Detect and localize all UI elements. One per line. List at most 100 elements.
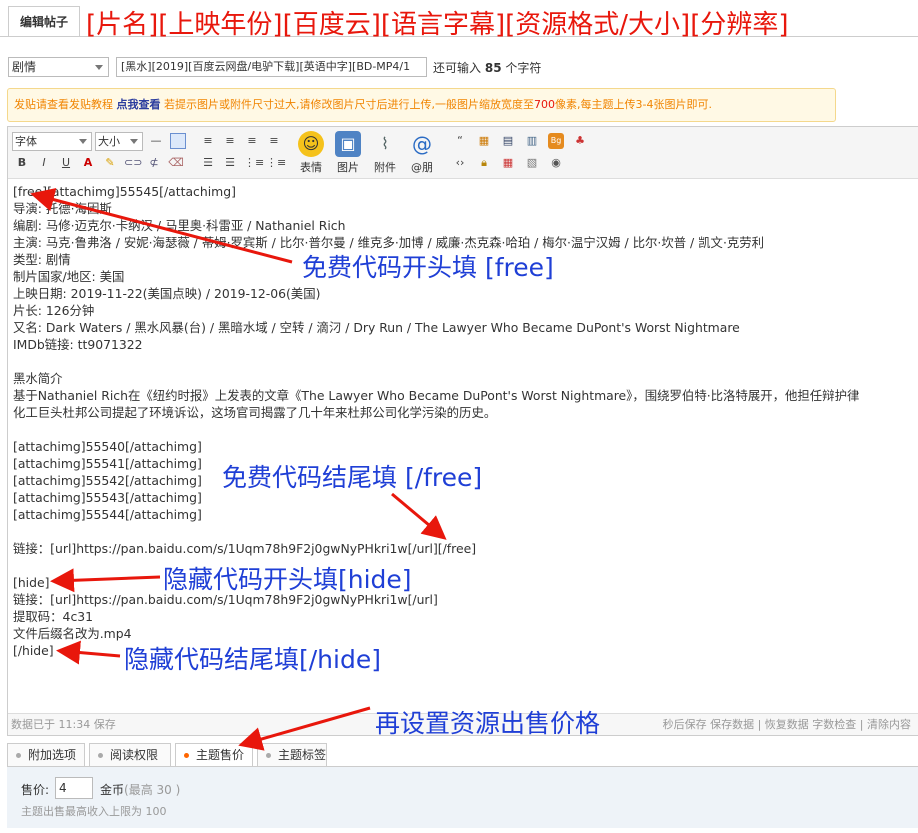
notice-text-3: 像素,每主题上传3-4张图片即可.: [555, 98, 712, 111]
unordered-list-icon[interactable]: ☰: [222, 155, 238, 171]
annotation-free-end: 免费代码结尾填 [/free]: [222, 463, 483, 492]
autosave-status: 数据已于 11:34 保存: [11, 718, 116, 731]
lock-icon[interactable]: 🔒︎: [476, 155, 492, 171]
notice-text-1: 发贴请查看发贴教程: [14, 98, 113, 111]
mention-label: @朋: [411, 161, 433, 174]
align-center-icon[interactable]: ≡: [222, 133, 238, 149]
remaining-count: 85: [484, 61, 502, 75]
price-max: (最高 30 ): [124, 783, 181, 797]
at-icon: @: [412, 132, 432, 156]
content-line: IMDb链接: tt9071322: [13, 337, 143, 352]
remaining-prefix: 还可输入: [433, 61, 482, 75]
italic-icon[interactable]: I: [36, 155, 52, 171]
audio-icon[interactable]: ◉: [548, 155, 564, 171]
tab-read-permission[interactable]: 阅读权限: [89, 743, 171, 767]
content-line: 黑水简介: [13, 371, 63, 386]
chevron-down-icon: [95, 65, 103, 70]
quote-icon[interactable]: “: [452, 133, 468, 149]
content-line: [13, 421, 917, 438]
tutorial-link[interactable]: 点我查看: [117, 98, 161, 111]
qq-icon[interactable]: ♣: [572, 133, 588, 149]
font-color-icon[interactable]: A: [80, 155, 96, 171]
price-panel: 售价: 4 金币(最高 30 ) 主题出售最高收入上限为 100: [7, 766, 918, 828]
content-line: [free][attachimg]55545[/attachimg]: [13, 184, 236, 199]
attachment-button[interactable]: ⌇ 附件: [368, 131, 402, 175]
video-icon[interactable]: ▥: [524, 133, 540, 149]
align-justify-icon[interactable]: ≡: [266, 133, 282, 149]
price-hint: 主题出售最高收入上限为 100: [21, 805, 167, 818]
font-select[interactable]: 字体: [12, 132, 92, 151]
content-line: [attachimg]55544[/attachimg]: [13, 507, 202, 522]
unlink-icon[interactable]: ⊄: [146, 155, 162, 171]
free-block-icon[interactable]: ▦: [500, 155, 516, 171]
edit-post-tab[interactable]: 编辑帖子: [8, 6, 80, 36]
content-line: [attachimg]55540[/attachimg]: [13, 439, 202, 454]
chevron-down-icon: [79, 139, 87, 144]
remaining-chars: 还可输入 85 个字符: [433, 59, 541, 76]
content-line: [13, 557, 917, 574]
bg-color-icon[interactable]: Bg: [548, 133, 564, 149]
mention-button[interactable]: @ @朋: [405, 131, 439, 175]
annotation-hide-end: 隐藏代码结尾填[/hide]: [124, 645, 381, 674]
save-actions[interactable]: 秒后保存 保存数据 | 恢复数据 字数检查 | 清除内容: [663, 714, 911, 735]
highlight-icon[interactable]: ✎: [102, 155, 118, 171]
content-line: [hide]: [13, 575, 50, 590]
image-button[interactable]: ▣ 图片: [331, 131, 365, 175]
attachment-label: 附件: [374, 161, 396, 174]
price-input[interactable]: 4: [55, 777, 93, 799]
subject-input[interactable]: [黑水][2019][百度云网盘/电驴下载][英语中字][BD-MP4/1: [116, 57, 427, 77]
annotation-price: 再设置资源出售价格: [375, 709, 601, 738]
clear-format-icon[interactable]: ⌫: [168, 155, 184, 171]
price-currency: 金币: [100, 783, 125, 797]
ordered-list-icon[interactable]: ☰: [200, 155, 216, 171]
chevron-down-icon: [130, 139, 138, 144]
align-right-icon[interactable]: ≡: [244, 133, 260, 149]
content-line: 上映日期: 2019-11-22(美国点映) / 2019-12-06(美国): [13, 286, 321, 301]
image-label: 图片: [337, 161, 359, 174]
editor-toolbar: 字体 大小 — ≡ ≡ ≡ ≡ B I U A ✎ ⊂⊃ ⊄ ⌫ ☰ ☰ ⋮≡ …: [8, 127, 918, 179]
emoji-label: 表情: [300, 161, 322, 174]
content-line: 提取码：4c31: [13, 609, 94, 624]
price-label: 售价:: [21, 783, 50, 797]
content-line: 链接：[url]https://pan.baidu.com/s/1Uqm78h9…: [13, 592, 438, 607]
notice-text-2: 若提示图片或附件尺寸过大,请修改图片尺寸后进行上传,一般图片缩放宽度至: [164, 98, 534, 111]
size-select[interactable]: 大小: [95, 132, 143, 151]
emoji-button[interactable]: ☺ 表情: [294, 131, 328, 175]
underline-icon[interactable]: U: [58, 155, 74, 171]
size-select-label: 大小: [98, 135, 120, 148]
annotation-hide-start: 隐藏代码开头填[hide]: [163, 565, 412, 594]
content-line: 又名: Dark Waters / 黑水风暴(台) / 黑暗水域 / 空转 / …: [13, 320, 740, 335]
bold-icon[interactable]: B: [14, 155, 30, 171]
link-icon[interactable]: ⊂⊃: [124, 155, 142, 171]
page-break-icon[interactable]: ▧: [524, 155, 540, 171]
content-line: [13, 353, 917, 370]
content-line: 基于Nathaniel Rich在《纽约时报》上发表的文章《The Lawyer…: [13, 388, 860, 403]
notice-width-number: 700: [534, 98, 555, 111]
content-line: 导演: 托德·海因斯: [13, 201, 112, 216]
tab-extra-options[interactable]: 附加选项: [7, 743, 85, 767]
code-icon[interactable]: ▤: [500, 133, 516, 149]
thread-type-select[interactable]: 剧情: [8, 57, 109, 77]
smiley-icon: ☺: [298, 131, 324, 157]
font-select-label: 字体: [15, 135, 37, 148]
remaining-suffix: 个字符: [505, 61, 542, 75]
tab-thread-price[interactable]: 主题售价: [175, 743, 253, 767]
source-code-icon[interactable]: ‹›: [452, 155, 468, 171]
title-format-annotation: [片名][上映年份][百度云][语言字幕][资源格式/大小][分辨率]: [86, 10, 789, 40]
content-line: 编剧: 马修·迈克尔·卡纳汉 / 马里奥·科雷亚 / Nathaniel Ric…: [13, 218, 346, 233]
outdent-icon[interactable]: ⋮≡: [266, 155, 286, 171]
annotation-free-start: 免费代码开头填 [free]: [302, 253, 554, 282]
flash-icon[interactable]: ▦: [476, 133, 492, 149]
table-icon[interactable]: [170, 133, 186, 149]
price-unit: 金币(最高 30 ): [100, 781, 180, 798]
indent-icon[interactable]: ⋮≡: [244, 155, 264, 171]
posting-notice: 发贴请查看发贴教程 点我查看 若提示图片或附件尺寸过大,请修改图片尺寸后进行上传…: [7, 88, 836, 122]
content-line: 链接：[url]https://pan.baidu.com/s/1Uqm78h9…: [13, 541, 477, 556]
content-line: 化工巨头杜邦公司提起了环境诉讼，这场官司揭露了几十年来杜邦公司化学污染的历史。: [13, 405, 497, 420]
content-line: [13, 523, 917, 540]
align-left-icon[interactable]: ≡: [200, 133, 216, 149]
horizontal-rule-icon[interactable]: —: [148, 133, 164, 149]
tab-thread-tags[interactable]: 主题标签: [257, 743, 327, 767]
paperclip-icon: ⌇: [381, 134, 389, 153]
image-icon: ▣: [335, 131, 361, 157]
